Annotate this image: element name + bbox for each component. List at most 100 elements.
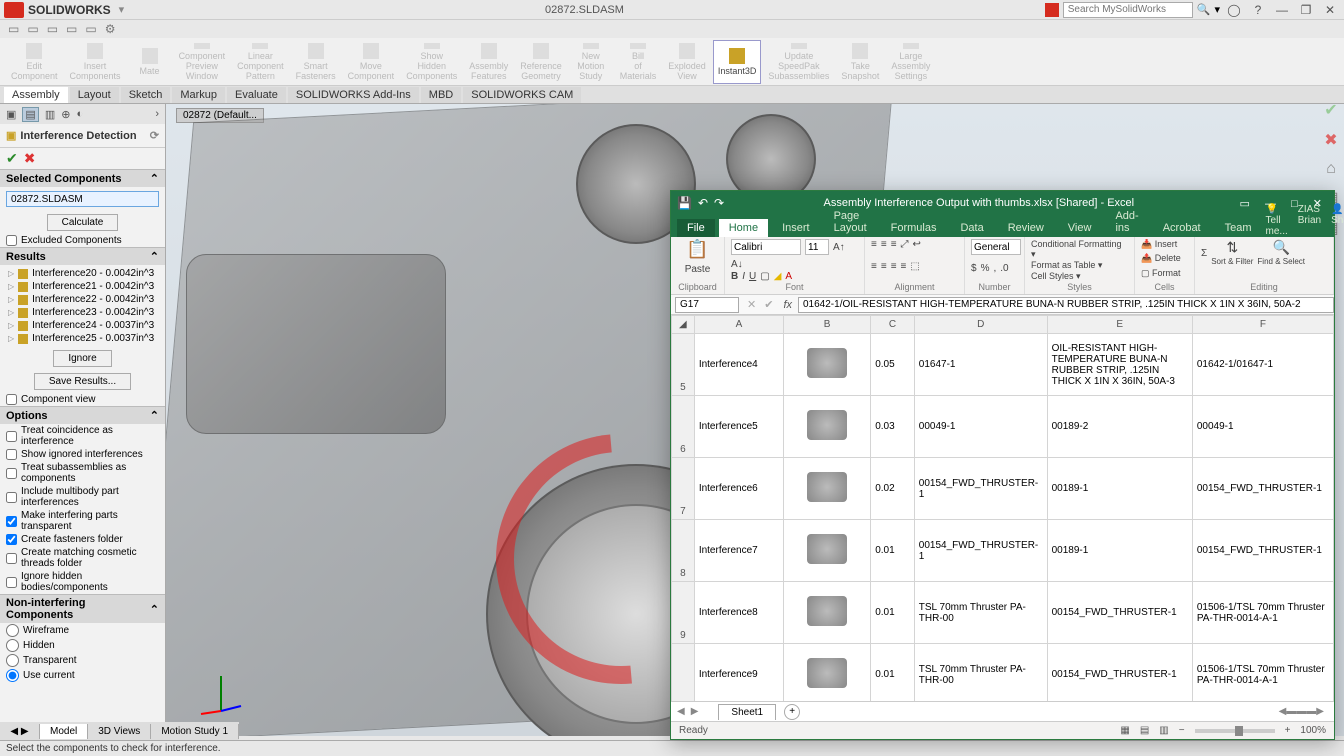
table-row[interactable]: 9Interference80.01TSL 70mm Thruster PA-T…: [672, 582, 1334, 644]
border-icon[interactable]: ▢: [760, 271, 769, 282]
format-as-table-button[interactable]: Format as Table: [1031, 260, 1095, 270]
panel-more-icon[interactable]: ›: [155, 108, 159, 120]
minimize-button[interactable]: —: [1272, 2, 1292, 18]
decrease-font-icon[interactable]: A↓: [731, 259, 743, 270]
table-row[interactable]: Interference9 0.01TSL 70mm Thruster PA-TH…: [672, 644, 1334, 702]
underline-button[interactable]: U: [749, 271, 756, 282]
close-button[interactable]: ✕: [1320, 2, 1340, 18]
qat-rebuild-icon[interactable]: ▭: [85, 22, 96, 36]
excel-grid[interactable]: ◢ABCDEF 5Interference40.0501647-1OIL-RES…: [671, 315, 1334, 701]
formula-confirm-icon[interactable]: ✔: [760, 298, 777, 311]
view-triad[interactable]: [196, 666, 246, 716]
ribbon-update-speedpak-subassemblies[interactable]: UpdateSpeedPakSubassemblies: [763, 40, 834, 84]
bottom-tab-3d-views[interactable]: 3D Views: [88, 724, 151, 739]
results-header[interactable]: Results⌃: [0, 247, 165, 265]
autosum-icon[interactable]: Σ: [1201, 248, 1207, 259]
horizontal-scrollbar[interactable]: ◀▬▬▬▶: [1279, 706, 1334, 717]
result-item[interactable]: ▷Interference23 - 0.0042in^3: [4, 306, 161, 319]
conditional-formatting-button[interactable]: Conditional Formatting: [1031, 239, 1122, 249]
cell-component-1[interactable]: 00049-1: [914, 396, 1047, 458]
row-header[interactable]: 6: [672, 396, 695, 458]
search-dropdown-icon[interactable]: ▾: [1214, 3, 1220, 16]
ribbon-large-assembly-settings[interactable]: LargeAssemblySettings: [886, 40, 935, 84]
user-account-icon[interactable]: ◯: [1224, 2, 1244, 18]
qat-print-icon[interactable]: ▭: [66, 22, 77, 36]
column-header-B[interactable]: B: [784, 316, 871, 334]
ribbon-reference-geometry[interactable]: ReferenceGeometry: [515, 40, 567, 84]
selected-components-header[interactable]: Selected Components⌃: [0, 169, 165, 187]
confirm-corner-cancel-icon[interactable]: ✖: [1324, 130, 1337, 150]
ribbon-insert-components[interactable]: InsertComponents: [65, 40, 126, 84]
tab-markup[interactable]: Markup: [172, 87, 225, 103]
currency-icon[interactable]: $: [971, 263, 977, 274]
find-select-icon[interactable]: 🔍: [1272, 239, 1289, 255]
align-bottom-icon[interactable]: ≡: [891, 239, 897, 250]
orientation-icon[interactable]: ⤢: [901, 239, 909, 250]
align-top-icon[interactable]: ≡: [871, 239, 877, 250]
cell-volume[interactable]: 0.05: [871, 334, 915, 396]
fx-icon[interactable]: fx: [777, 299, 798, 311]
row-header[interactable]: 7: [672, 458, 695, 520]
ribbon-edit-component[interactable]: EditComponent: [6, 40, 63, 84]
cell-volume[interactable]: 0.01: [871, 520, 915, 582]
cell-pair[interactable]: 00049-1: [1192, 396, 1333, 458]
ribbon-smart-fasteners[interactable]: SmartFasteners: [291, 40, 341, 84]
cell-interference-name[interactable]: Interference4: [694, 334, 783, 396]
search-icon[interactable]: 🔍: [1197, 3, 1211, 16]
font-color-icon[interactable]: A: [785, 271, 792, 282]
sheet-tab[interactable]: Sheet1: [718, 704, 776, 720]
sheet-nav-prev-icon[interactable]: ▶: [691, 706, 699, 717]
cell-interference-name[interactable]: Interference9: [694, 644, 783, 702]
cell-component-1[interactable]: TSL 70mm Thruster PA-THR-00: [914, 644, 1047, 702]
format-cells-button[interactable]: Format: [1152, 268, 1181, 278]
excel-user-label[interactable]: ZIAS Brian: [1298, 204, 1321, 237]
appearance-icon[interactable]: ◐: [76, 108, 83, 120]
table-row[interactable]: 6Interference50.0300049-100189-200049-1: [672, 396, 1334, 458]
row-header[interactable]: 8: [672, 520, 695, 582]
ribbon-new-motion-study[interactable]: NewMotionStudy: [569, 40, 613, 84]
excel-share-button[interactable]: 👤 Share: [1331, 204, 1344, 237]
increase-font-icon[interactable]: A↑: [833, 242, 845, 253]
cell-volume[interactable]: 0.03: [871, 396, 915, 458]
result-item[interactable]: ▷Interference20 - 0.0042in^3: [4, 267, 161, 280]
excluded-components-checkbox[interactable]: [6, 235, 17, 246]
cell-volume[interactable]: 0.01: [871, 644, 915, 702]
row-header[interactable]: 9: [672, 582, 695, 644]
paste-icon[interactable]: 📋: [686, 239, 708, 260]
excel-titlebar[interactable]: 💾 ↶ ↷ Assembly Interference Output with …: [671, 191, 1334, 215]
component-view-checkbox[interactable]: [6, 394, 17, 405]
ignore-button[interactable]: Ignore: [53, 350, 111, 367]
cell-interference-name[interactable]: Interference5: [694, 396, 783, 458]
options-header[interactable]: Options⌃: [0, 406, 165, 424]
result-item[interactable]: ▷Interference24 - 0.0037in^3: [4, 319, 161, 332]
excel-tab-insert[interactable]: Insert: [772, 219, 820, 237]
indent-decrease-icon[interactable]: ≡: [901, 261, 907, 272]
fm-tree-icon[interactable]: ▣: [6, 108, 16, 121]
insert-cells-button[interactable]: Insert: [1155, 239, 1178, 249]
column-header-E[interactable]: E: [1047, 316, 1192, 334]
cell-volume[interactable]: 0.01: [871, 582, 915, 644]
row-header[interactable]: [672, 644, 695, 702]
cell-interference-name[interactable]: Interference8: [694, 582, 783, 644]
help-icon[interactable]: ?: [1248, 2, 1268, 18]
percent-icon[interactable]: %: [981, 263, 990, 274]
tab-evaluate[interactable]: Evaluate: [227, 87, 286, 103]
restore-button[interactable]: ❐: [1296, 2, 1316, 18]
config-icon[interactable]: ▥: [45, 108, 55, 121]
cell-component-2[interactable]: 00189-1: [1047, 458, 1192, 520]
cell-component-1[interactable]: 00154_FWD_THRUSTER-1: [914, 520, 1047, 582]
save-results-button[interactable]: Save Results...: [34, 373, 131, 390]
cell-thumbnail[interactable]: [784, 582, 871, 644]
cell-thumbnail[interactable]: [784, 644, 871, 702]
zoom-in-button[interactable]: +: [1285, 725, 1291, 736]
tell-me-input[interactable]: 💡 Tell me...: [1266, 204, 1288, 237]
result-item[interactable]: ▷Interference21 - 0.0042in^3: [4, 280, 161, 293]
results-list[interactable]: ▷Interference20 - 0.0042in^3▷Interferenc…: [0, 265, 165, 347]
sort-filter-icon[interactable]: ⇅: [1226, 239, 1238, 255]
sheet-nav-first-icon[interactable]: ◀: [671, 706, 691, 717]
formula-cancel-icon[interactable]: ✕: [743, 298, 760, 311]
cell-thumbnail[interactable]: [784, 396, 871, 458]
excel-tab-view[interactable]: View: [1058, 219, 1102, 237]
align-center-icon[interactable]: ≡: [881, 261, 887, 272]
excel-tab-review[interactable]: Review: [998, 219, 1054, 237]
